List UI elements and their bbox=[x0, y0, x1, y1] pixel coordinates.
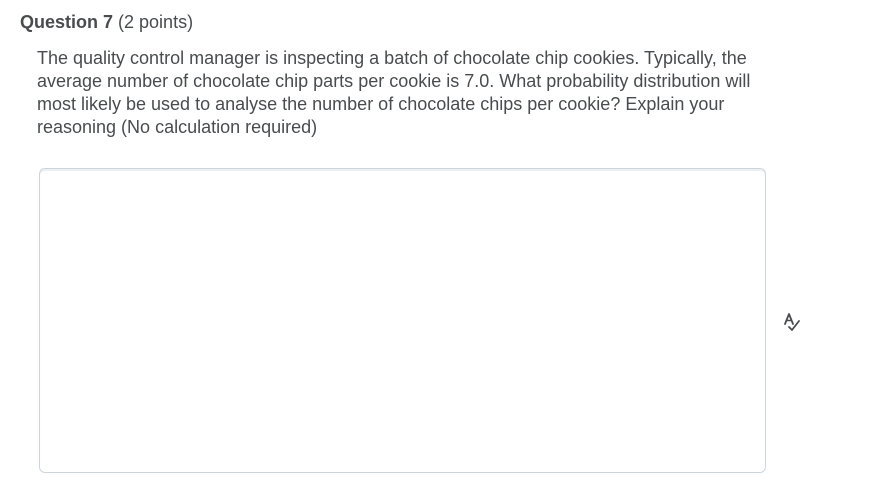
question-number: Question 7 bbox=[20, 12, 114, 32]
question-points: (2 points) bbox=[118, 12, 194, 32]
question-text: The quality control manager is inspectin… bbox=[37, 48, 751, 137]
answer-textarea[interactable] bbox=[39, 168, 766, 473]
question-header: Question 7 (2 points) bbox=[20, 10, 193, 34]
spellcheck-icon-graphic bbox=[784, 313, 800, 331]
spellcheck-icon[interactable] bbox=[780, 310, 804, 334]
